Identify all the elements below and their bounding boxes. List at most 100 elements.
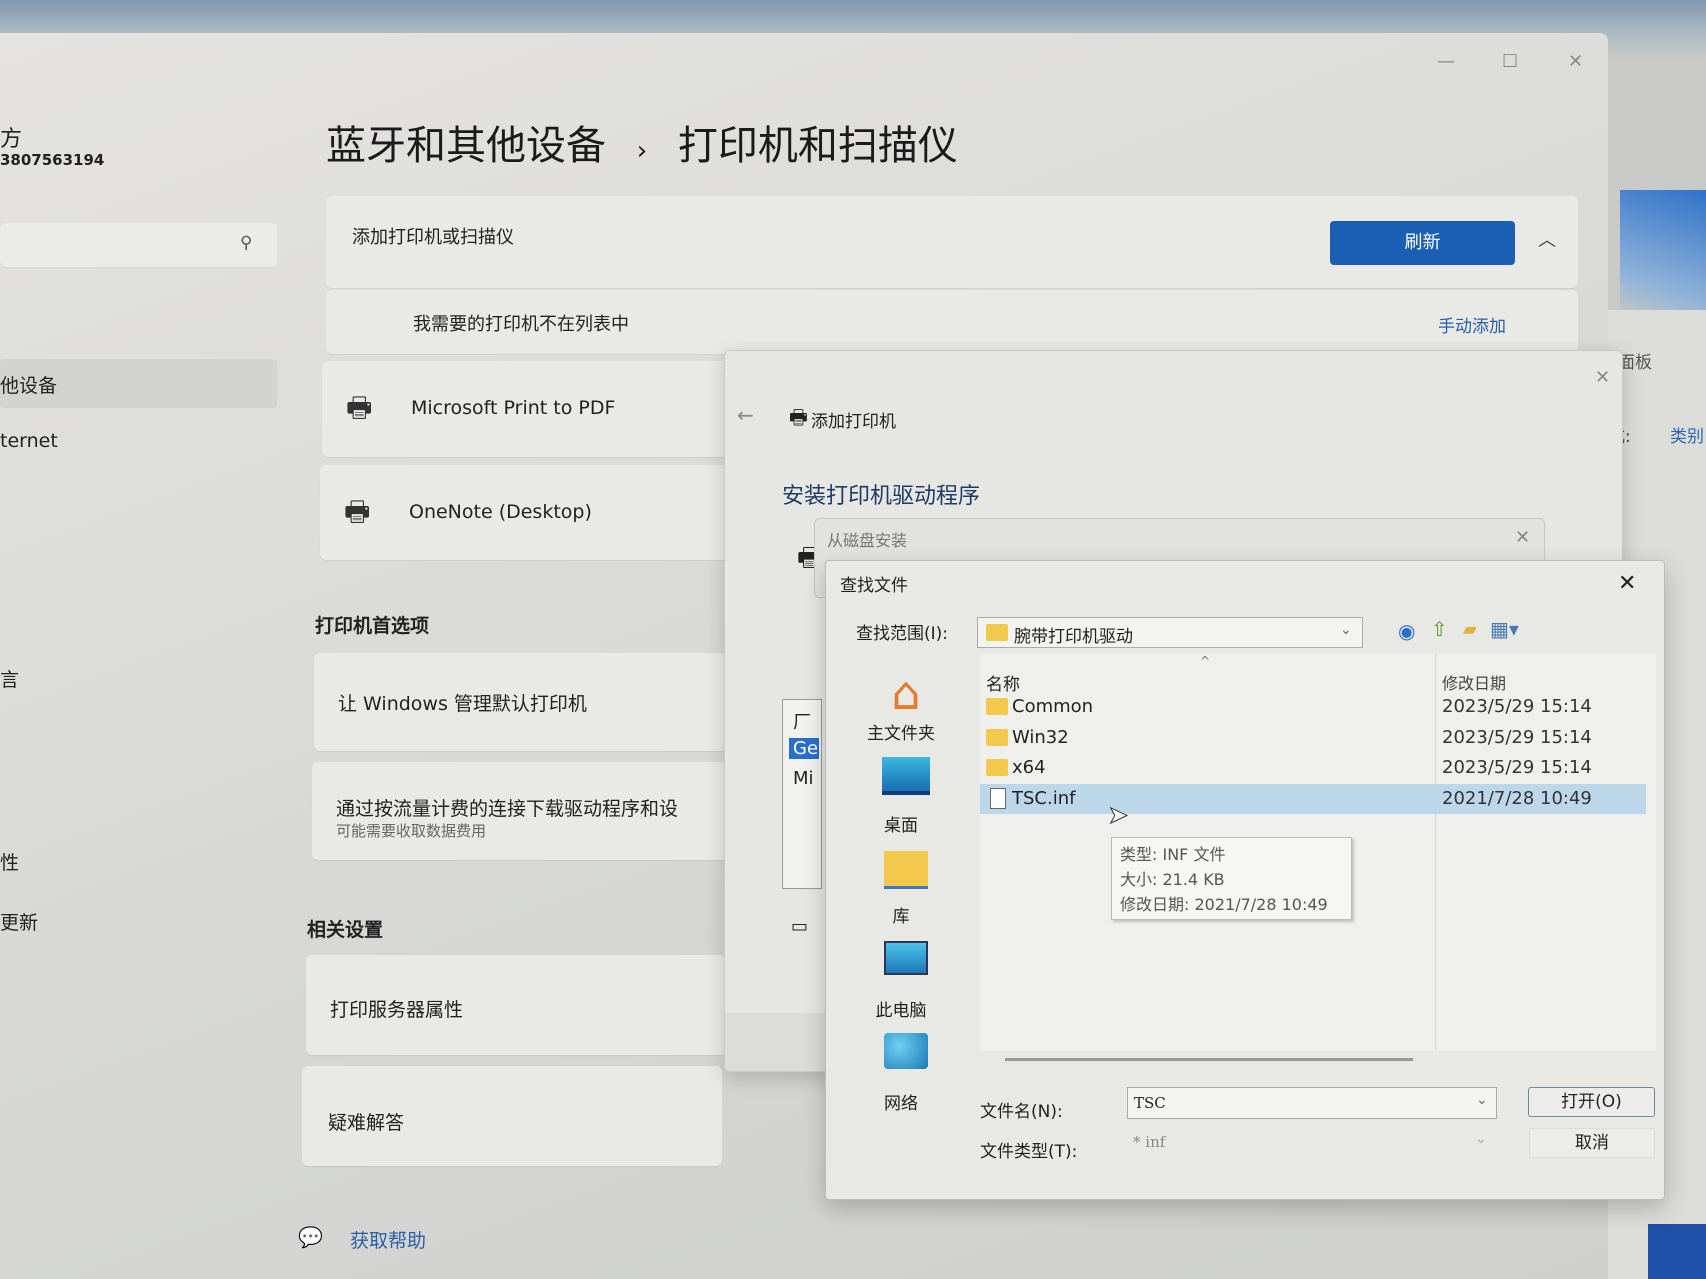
breadcrumb-separator: › (636, 136, 648, 166)
chevron-down-icon: ⌄ (1340, 622, 1352, 638)
place-this-pc[interactable]: 此电脑 (856, 996, 946, 1021)
network-icon[interactable] (884, 1033, 928, 1069)
folder-icon (986, 698, 1008, 715)
file-name: Common (1012, 696, 1094, 717)
printer-name: Microsoft Print to PDF (411, 397, 616, 419)
taskbar-edge (1648, 1224, 1706, 1279)
dialog-heading: 安装打印机驱动程序 (782, 484, 981, 509)
dialog-title: 从磁盘安装 (827, 531, 908, 550)
place-network[interactable]: 网络 (856, 1089, 946, 1114)
tooltip-type: 类型: INF 文件 (1120, 845, 1226, 864)
print-server-properties[interactable]: 打印服务器属性 (306, 955, 726, 1055)
place-home[interactable]: 主文件夹 (856, 719, 946, 744)
metered-download-setting[interactable]: 通过按流量计费的连接下载驱动程序和设 可能需要收取数据费用 (312, 762, 732, 860)
column-header-date[interactable]: 修改日期 (1442, 670, 1506, 694)
sidebar-item-devices[interactable]: 他设备 (0, 359, 277, 408)
file-name: x64 (1012, 757, 1046, 778)
filename-value: TSC (1134, 1094, 1166, 1112)
windows-update-icon: ▭ (791, 916, 809, 937)
section-heading: 相关设置 (307, 919, 384, 941)
sidebar-item-update[interactable]: 更新 (0, 908, 38, 935)
setting-label: 打印服务器属性 (330, 999, 464, 1021)
place-desktop[interactable]: 桌面 (856, 811, 946, 836)
back-icon[interactable]: ◉ (1398, 619, 1415, 643)
chevron-down-icon: ⌄ (1475, 1131, 1487, 1147)
breadcrumb: 蓝牙和其他设备 › 打印机和扫描仪 (326, 113, 958, 171)
desktop-icon[interactable] (882, 757, 930, 795)
file-row[interactable]: x64 2023/5/29 15:14 (980, 753, 1646, 783)
folder-icon (986, 729, 1008, 746)
back-arrow-icon[interactable]: ← (737, 403, 754, 427)
folder-icon (986, 759, 1008, 776)
cancel-button[interactable]: 取消 (1529, 1128, 1655, 1158)
breadcrumb-parent[interactable]: 蓝牙和其他设备 (326, 123, 606, 169)
file-name: Win32 (1012, 727, 1069, 748)
printer-icon: 🖶 (346, 391, 373, 424)
place-library[interactable]: 库 (856, 902, 946, 927)
sidebar-item-language[interactable]: 言 (0, 665, 19, 692)
sidebar-item-network[interactable]: ternet (0, 430, 58, 452)
this-pc-icon[interactable] (884, 941, 928, 975)
close-icon[interactable]: ✕ (1618, 571, 1636, 596)
manual-add-link[interactable]: 手动添加 (1438, 312, 1506, 337)
search-icon: ⚲ (240, 233, 253, 253)
lookin-label: 查找范围(I): (856, 624, 949, 644)
list-item[interactable]: 厂 (793, 708, 811, 734)
file-icon (990, 788, 1006, 809)
get-help-link[interactable]: 获取帮助 (350, 1226, 426, 1253)
account-name: 方 (0, 127, 23, 152)
add-printer-label: 添加打印机或扫描仪 (352, 227, 514, 248)
file-name: TSC.inf (1012, 788, 1076, 809)
dialog-title: 添加打印机 (811, 412, 896, 432)
new-folder-icon[interactable]: ▰ (1463, 619, 1477, 640)
minimize-button[interactable]: — (1437, 51, 1455, 72)
tooltip-size: 大小: 21.4 KB (1120, 870, 1225, 889)
category-link[interactable]: 类别 (1670, 422, 1704, 447)
up-folder-icon[interactable]: ⇧ (1431, 617, 1448, 641)
setting-label: 让 Windows 管理默认打印机 (338, 693, 587, 715)
printer-item[interactable]: 🖶 Microsoft Print to PDF (322, 361, 742, 457)
printer-icon: 🖶 (789, 405, 808, 429)
setting-label: 疑难解答 (328, 1112, 405, 1134)
mouse-cursor-icon: ➤ (1107, 801, 1129, 830)
file-date: 2023/5/29 15:14 (1442, 757, 1592, 778)
file-date: 2023/5/29 15:14 (1442, 727, 1592, 748)
chevron-up-icon[interactable]: ︿ (1538, 226, 1556, 252)
account-id: 3807563194 (0, 151, 105, 169)
list-item[interactable]: Mi (793, 768, 814, 789)
filetype-dropdown[interactable]: * inf ⌄ (1127, 1127, 1497, 1159)
file-date: 2023/5/29 15:14 (1442, 696, 1592, 717)
close-button[interactable]: ✕ (1568, 51, 1583, 72)
list-item-selected[interactable]: Ge (789, 738, 819, 759)
file-row[interactable]: Common 2023/5/29 15:14 (980, 692, 1646, 722)
not-listed-row: 我需要的打印机不在列表中 手动添加 (326, 290, 1578, 354)
maximize-button[interactable]: ☐ (1502, 51, 1518, 72)
printer-icon: 🖶 (344, 495, 371, 528)
file-row-selected[interactable]: TSC.inf 2021/7/28 10:49 (980, 784, 1646, 814)
refresh-button[interactable]: 刷新 (1330, 221, 1515, 265)
default-printer-setting[interactable]: 让 Windows 管理默认打印机 (314, 653, 734, 751)
add-printer-section: 添加打印机或扫描仪 刷新 ︿ (326, 196, 1578, 288)
wallpaper (1620, 190, 1706, 320)
manufacturer-list[interactable]: 厂 Ge Mi (782, 699, 822, 889)
sort-ascending-icon: ^ (1200, 654, 1211, 668)
open-button[interactable]: 打开(O) (1528, 1087, 1655, 1117)
printer-item[interactable]: 🖶 OneNote (Desktop) (320, 465, 740, 560)
home-folder-icon[interactable]: ⌂ (866, 666, 946, 726)
lookin-dropdown[interactable]: 腕带打印机驱动 ⌄ (977, 617, 1363, 648)
filetype-label: 文件类型(T): (980, 1142, 1078, 1162)
tooltip-modified: 修改日期: 2021/7/28 10:49 (1120, 895, 1328, 914)
library-icon[interactable] (884, 851, 928, 889)
close-icon[interactable]: ✕ (1515, 527, 1530, 548)
filename-input[interactable]: TSC ⌄ (1127, 1087, 1497, 1119)
printer-name: OneNote (Desktop) (409, 501, 592, 523)
horizontal-scrollbar[interactable] (1005, 1058, 1413, 1061)
troubleshoot[interactable]: 疑难解答 (302, 1066, 722, 1166)
not-listed-label: 我需要的打印机不在列表中 (413, 314, 629, 335)
view-menu-icon[interactable]: ▦▾ (1490, 617, 1519, 641)
search-input[interactable]: ⚲ (0, 223, 277, 267)
sidebar-item-accessibility[interactable]: 性 (0, 848, 19, 875)
close-icon[interactable]: ✕ (1595, 367, 1610, 388)
chevron-down-icon: ⌄ (1476, 1092, 1488, 1108)
file-row[interactable]: Win32 2023/5/29 15:14 (980, 723, 1646, 753)
